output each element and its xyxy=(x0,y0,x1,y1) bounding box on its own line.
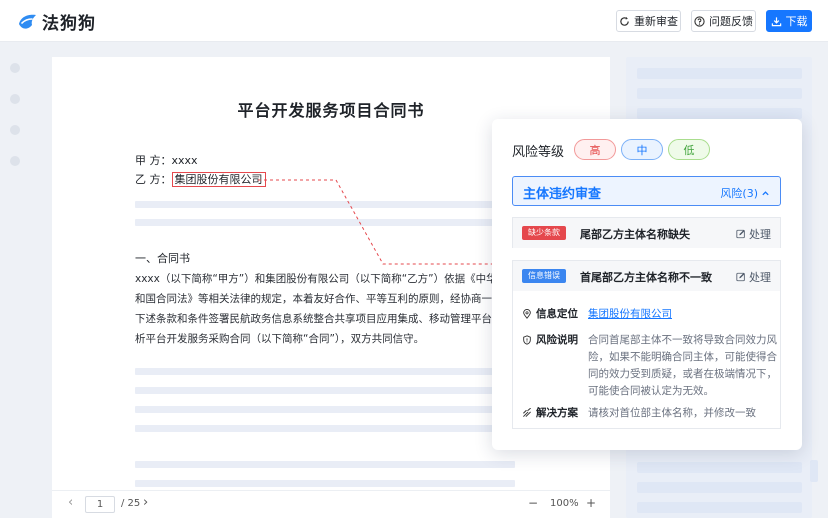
rail-dot[interactable] xyxy=(10,125,20,135)
edit-icon xyxy=(736,272,745,282)
risk-item-header: 信息错误 首尾部乙方主体名称不一致 处理 xyxy=(513,261,780,291)
category-title: 主体违约审查 xyxy=(523,187,602,202)
zoom-out-button[interactable]: − xyxy=(528,496,538,510)
solution-label-wrap: 解决方案 xyxy=(522,405,578,420)
location-pin-icon xyxy=(523,308,531,319)
location-link[interactable]: 集团股份有限公司 xyxy=(588,306,778,323)
category-count: 风险(3) xyxy=(720,185,770,201)
risk-item-title: 首尾部乙方主体名称不一致 xyxy=(580,271,712,284)
explanation-label: 风险说明 xyxy=(536,334,578,346)
text-placeholder xyxy=(135,201,515,208)
risk-item-header: 缺少条款 尾部乙方主体名称缺失 处理 xyxy=(513,218,780,248)
zoom-in-button[interactable]: + xyxy=(586,496,596,510)
skeleton-bar xyxy=(637,68,802,79)
paragraph-line: 析平台开发服务采购合同（以下简称“合同”），双方共同信守。 xyxy=(135,333,425,345)
risk-level-label: 风险等级 xyxy=(512,145,565,160)
contract-paragraph: xxxx（以下简称“甲方”）和集团股份有限公司（以下简称“乙方”）依据《中华人民… xyxy=(135,269,495,349)
refresh-icon xyxy=(620,16,629,26)
risk-level-medium[interactable]: 中 xyxy=(621,139,663,160)
risk-item-tag: 缺少条款 xyxy=(522,226,566,240)
recheck-button[interactable]: 重新审查 xyxy=(616,10,681,32)
text-placeholder xyxy=(135,425,515,432)
feedback-button[interactable]: 问题反馈 xyxy=(691,10,756,32)
handle-label: 处理 xyxy=(749,271,771,284)
explanation-text: 合同首尾部主体不一致将导致合同效力风险，如果不能明确合同主体，可能使得合同的效力… xyxy=(588,334,777,397)
tools-icon xyxy=(523,407,531,417)
chevron-up-icon xyxy=(762,190,769,195)
party-b-label: 乙 方： xyxy=(135,173,172,186)
handle-button[interactable]: 处理 xyxy=(736,226,771,242)
text-placeholder xyxy=(135,461,515,468)
help-circle-icon xyxy=(694,15,705,27)
paragraph-line: xxxx（以下简称“甲方”）和集团股份有限公司（以下简称“乙方”）依据《中华人民… xyxy=(135,273,495,285)
total-pages: / 25 xyxy=(121,498,141,509)
risk-item-tag: 信息错误 xyxy=(522,269,566,283)
logo-icon xyxy=(19,14,36,29)
solution-label: 解决方案 xyxy=(536,407,578,419)
text-placeholder xyxy=(135,480,515,487)
pager-bar: ‹ 1 / 25 › − 100% + xyxy=(52,490,610,518)
page-number-input[interactable]: 1 xyxy=(85,496,115,513)
text-placeholder xyxy=(135,368,515,375)
top-bar: 法狗狗 重新审查 问题反馈 下载 xyxy=(0,0,828,42)
location-label-wrap: 信息定位 xyxy=(522,306,578,321)
skeleton-bar xyxy=(637,502,802,513)
handle-label: 处理 xyxy=(749,228,771,241)
skeleton-bar xyxy=(637,462,802,473)
rail-dot[interactable] xyxy=(10,94,20,104)
solution-text: 请核对首位部主体名称，并修改一致 xyxy=(588,407,756,419)
skeleton-bar xyxy=(637,482,802,493)
edit-icon xyxy=(736,229,745,239)
shield-icon xyxy=(523,334,531,345)
app-name: 法狗狗 xyxy=(42,14,96,34)
risk-level-low[interactable]: 低 xyxy=(668,139,710,160)
download-icon xyxy=(771,16,781,26)
next-page-button[interactable]: › xyxy=(143,495,148,510)
handle-button[interactable]: 处理 xyxy=(736,269,771,285)
document-title: 平台开发服务项目合同书 xyxy=(237,101,425,120)
text-placeholder xyxy=(135,219,515,226)
risk-item[interactable]: 信息错误 首尾部乙方主体名称不一致 处理 信息定位 集团股份有限公司 风险说明 … xyxy=(512,260,781,429)
text-placeholder xyxy=(135,406,515,413)
risk-item-title: 尾部乙方主体名称缺失 xyxy=(580,228,690,241)
paragraph-line: 下述条款和条件签署民航政务信息系统整合共享项目应用集成、移动管理平台及数据分 xyxy=(135,313,495,325)
risk-panel: 风险等级 高 中 低 主体违约审查 风险(3) 缺少条款 尾部乙方主体名称缺失 … xyxy=(492,119,802,450)
party-b: 乙 方： 集团股份有限公司 xyxy=(135,171,266,187)
feedback-label: 问题反馈 xyxy=(709,15,753,28)
party-a-label: 甲 方： xyxy=(135,154,172,167)
explanation-label-wrap: 风险说明 xyxy=(522,332,578,347)
app-logo[interactable]: 法狗狗 xyxy=(16,9,96,34)
category-count-label: 风险(3) xyxy=(720,187,758,200)
risk-item[interactable]: 缺少条款 尾部乙方主体名称缺失 处理 xyxy=(512,217,781,248)
download-button[interactable]: 下载 xyxy=(766,10,812,32)
paragraph-line: 和国合同法》等相关法律的规定，本着友好合作、平等互利的原则，经协商一致，现就 xyxy=(135,293,495,305)
download-label: 下载 xyxy=(785,15,808,28)
party-a-value: xxxx xyxy=(171,154,198,167)
zoom-level: 100% xyxy=(550,498,579,509)
text-placeholder xyxy=(135,387,515,394)
prev-page-button[interactable]: ‹ xyxy=(68,495,73,510)
section-title: 一、合同书 xyxy=(135,252,190,265)
party-a: 甲 方：xxxx xyxy=(135,152,198,168)
party-b-highlight[interactable]: 集团股份有限公司 xyxy=(171,172,266,187)
recheck-label: 重新审查 xyxy=(634,15,678,28)
rail-dot[interactable] xyxy=(10,63,20,73)
skeleton-bar xyxy=(637,88,802,99)
category-header[interactable]: 主体违约审查 风险(3) xyxy=(512,176,781,206)
skeleton-bar xyxy=(810,460,818,482)
location-label: 信息定位 xyxy=(536,308,578,320)
skeleton-bar xyxy=(637,108,802,119)
rail-dot[interactable] xyxy=(10,156,20,166)
risk-level-high[interactable]: 高 xyxy=(574,139,616,160)
